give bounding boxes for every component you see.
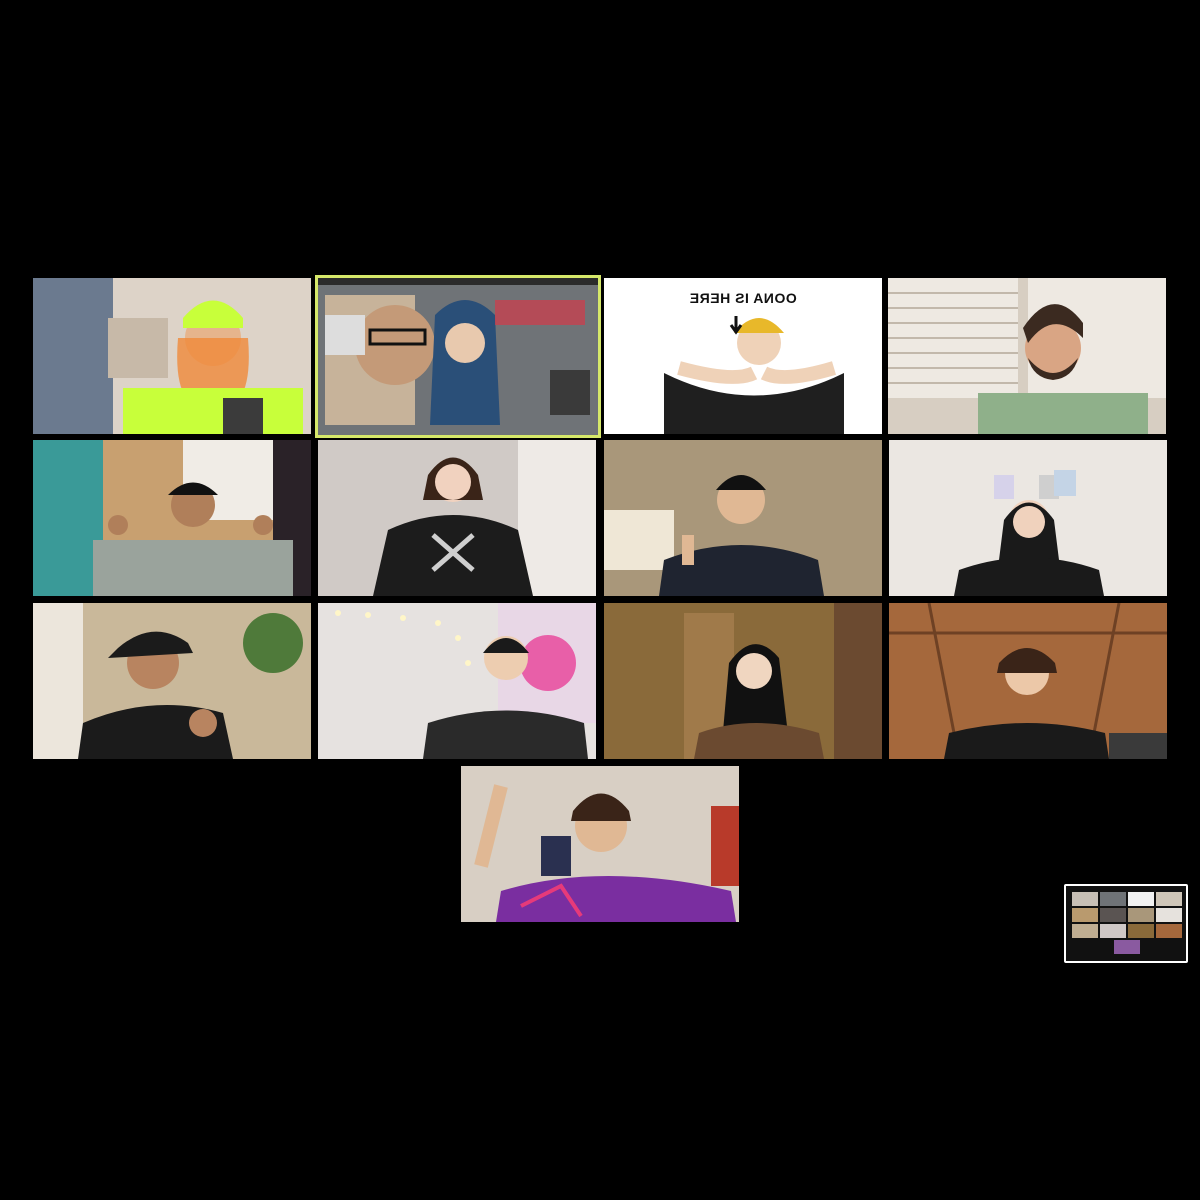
- video-tile[interactable]: [604, 440, 882, 596]
- video-tile-active-speaker[interactable]: [315, 275, 601, 438]
- mini-tile: [1114, 940, 1140, 954]
- mini-tile: [1072, 924, 1098, 938]
- mini-tile: [1100, 908, 1126, 922]
- participant-video: [315, 275, 601, 438]
- video-tile[interactable]: [889, 603, 1167, 759]
- participant-video: [461, 766, 739, 922]
- tile-caption: OONA IS HERE: [689, 290, 797, 306]
- video-tile[interactable]: [604, 603, 882, 759]
- video-tile[interactable]: [33, 440, 311, 596]
- participant-video: [888, 278, 1166, 434]
- participant-video: [604, 603, 882, 759]
- video-tile[interactable]: [889, 440, 1167, 596]
- participant-video: [604, 440, 882, 596]
- mini-tile: [1100, 924, 1126, 938]
- gallery-thumbnail[interactable]: [1064, 884, 1188, 963]
- mini-tile: [1100, 892, 1126, 906]
- video-tile[interactable]: [888, 278, 1166, 434]
- thumbnail-grid: [1072, 892, 1182, 955]
- mini-tile: [1156, 908, 1182, 922]
- video-tile[interactable]: [318, 440, 596, 596]
- mini-tile: [1128, 924, 1154, 938]
- mini-tile: [1128, 892, 1154, 906]
- mini-tile: [1072, 892, 1098, 906]
- video-tile[interactable]: [33, 278, 311, 434]
- video-tile[interactable]: OONA IS HERE: [604, 278, 882, 434]
- video-tile[interactable]: [461, 766, 739, 922]
- participant-video: [889, 603, 1167, 759]
- video-tile[interactable]: [318, 603, 596, 759]
- participant-video: [33, 603, 311, 759]
- participant-video: [318, 440, 596, 596]
- participant-video: [33, 278, 311, 434]
- video-tile[interactable]: [33, 603, 311, 759]
- mini-tile: [1128, 908, 1154, 922]
- participant-video: [318, 603, 596, 759]
- participant-video: [33, 440, 311, 596]
- mini-tile: [1156, 892, 1182, 906]
- mini-tile: [1156, 924, 1182, 938]
- mini-tile: [1072, 908, 1098, 922]
- participant-video: [889, 440, 1167, 596]
